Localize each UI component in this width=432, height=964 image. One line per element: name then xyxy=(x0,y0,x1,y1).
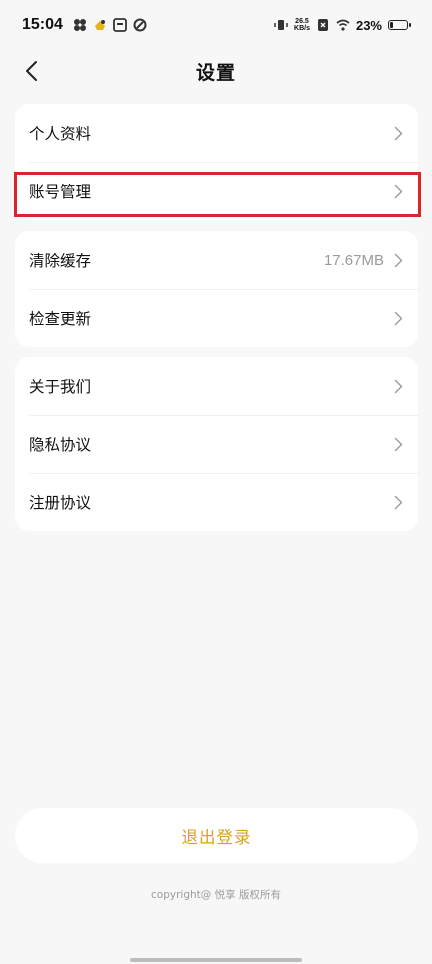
chevron-right-icon xyxy=(394,252,404,268)
chevron-right-icon xyxy=(394,436,404,452)
chevron-right-icon xyxy=(394,183,404,199)
settings-group-about: 关于我们 隐私协议 注册协议 xyxy=(15,357,418,531)
row-registration-agreement[interactable]: 注册协议 xyxy=(15,473,418,531)
battery-percent: 23% xyxy=(355,17,382,33)
status-left: 15:04 xyxy=(22,16,147,34)
chevron-right-icon xyxy=(394,125,404,141)
net-speed-value: 26.5 xyxy=(295,18,309,25)
row-label: 个人资料 xyxy=(29,125,92,143)
nav-bar: 设置 xyxy=(0,50,432,92)
net-speed-unit: KB/s xyxy=(294,25,310,32)
settings-group-profile: 个人资料 账号管理 xyxy=(15,104,418,220)
row-label: 账号管理 xyxy=(29,183,92,201)
row-check-update[interactable]: 检查更新 xyxy=(15,289,418,347)
row-label: 清除缓存 xyxy=(29,252,92,270)
chevron-right-icon xyxy=(394,310,404,326)
cache-size: 17.67MB xyxy=(323,251,384,269)
row-label: 隐私协议 xyxy=(29,436,92,454)
status-time: 15:04 xyxy=(22,16,63,33)
app-notification-icon xyxy=(94,20,105,30)
no-sim-icon xyxy=(317,19,328,31)
fan-icon xyxy=(73,19,86,31)
row-privacy-policy[interactable]: 隐私协议 xyxy=(15,415,418,473)
wifi-icon xyxy=(336,19,350,31)
status-bar: 15:04 26.5 KB/s 23% xyxy=(0,0,432,50)
row-label: 注册协议 xyxy=(29,494,92,512)
row-clear-cache[interactable]: 清除缓存 17.67MB xyxy=(15,231,418,289)
copyright-text: copyright@ 悦享 版权所有 xyxy=(151,889,281,901)
settings-group-app: 清除缓存 17.67MB 检查更新 xyxy=(15,231,418,347)
battery-icon xyxy=(388,20,411,30)
row-personal-info[interactable]: 个人资料 xyxy=(15,104,418,162)
battery-level xyxy=(390,22,393,28)
row-about-us[interactable]: 关于我们 xyxy=(15,357,418,415)
home-indicator[interactable] xyxy=(130,958,302,962)
row-label: 关于我们 xyxy=(29,378,92,396)
page-title: 设置 xyxy=(195,62,236,84)
status-right: 26.5 KB/s 23% xyxy=(274,17,411,33)
chevron-right-icon xyxy=(394,494,404,510)
vibrate-icon xyxy=(274,20,288,30)
message-icon xyxy=(113,18,127,32)
row-account-management[interactable]: 账号管理 xyxy=(15,162,418,220)
logout-button[interactable]: 退出登录 xyxy=(15,808,418,863)
row-label: 检查更新 xyxy=(29,310,92,328)
net-speed: 26.5 KB/s xyxy=(294,18,310,32)
chevron-right-icon xyxy=(394,378,404,394)
link-icon xyxy=(133,18,147,32)
